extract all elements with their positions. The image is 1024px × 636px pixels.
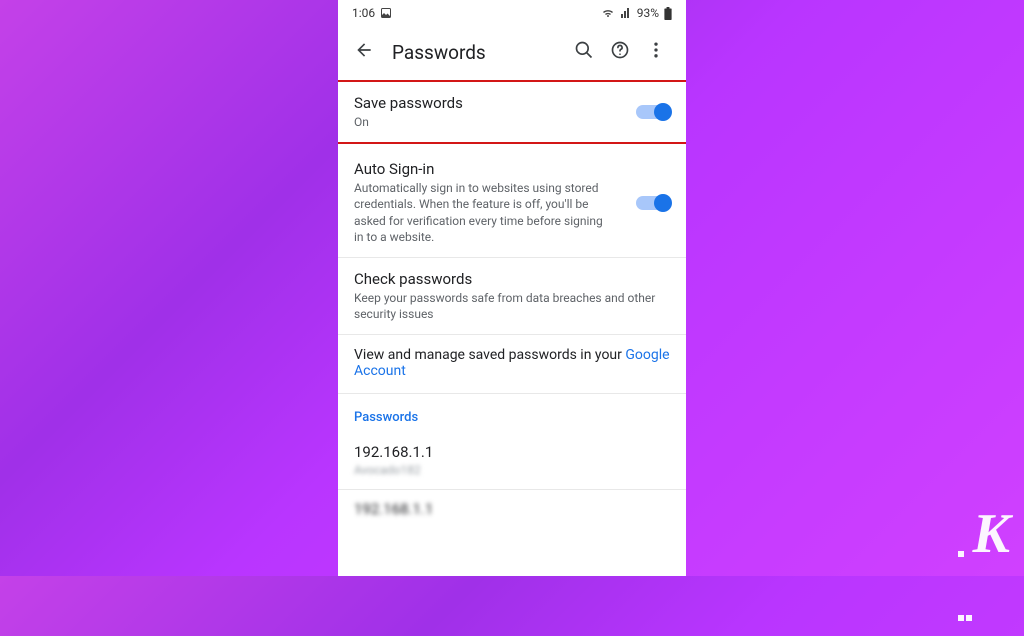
search-button[interactable] [566,34,602,70]
phone-frame: 1:06 93% Passwords Save passwords On [338,0,686,576]
search-icon [574,40,594,60]
page-title: Passwords [392,41,566,64]
help-icon [610,40,630,60]
save-passwords-row[interactable]: Save passwords On [338,82,686,142]
manage-text: View and manage saved passwords in your [354,347,625,363]
auto-signin-sub: Automatically sign in to websites using … [354,180,604,245]
password-entry[interactable]: 192.168.1.1 [338,490,686,532]
status-time: 1:06 [352,6,375,20]
help-button[interactable] [602,34,638,70]
watermark-dots [957,508,973,636]
status-battery: 93% [637,6,659,20]
watermark: K [973,502,1010,566]
image-icon [380,7,392,19]
watermark-letter: K [973,503,1010,565]
highlight-box: Save passwords On [338,80,686,144]
battery-icon [664,7,672,20]
auto-signin-row[interactable]: Auto Sign-in Automatically sign in to we… [338,144,686,258]
check-passwords-title: Check passwords [354,270,670,288]
save-passwords-toggle[interactable] [636,105,670,119]
back-button[interactable] [350,36,378,68]
password-site: 192.168.1.1 [354,443,670,461]
app-bar: Passwords [338,24,686,80]
password-site: 192.168.1.1 [354,500,670,518]
more-vert-icon [646,40,666,60]
overflow-button[interactable] [638,34,674,70]
password-entry[interactable]: 192.168.1.1 Avocado182 [338,433,686,490]
arrow-left-icon [354,40,374,60]
save-passwords-title: Save passwords [354,94,636,112]
status-bar: 1:06 93% [338,0,686,24]
password-user: Avocado182 [354,463,670,477]
auto-signin-toggle[interactable] [636,196,670,210]
signal-icon [620,7,632,19]
save-passwords-sub: On [354,114,636,130]
check-passwords-row[interactable]: Check passwords Keep your passwords safe… [338,258,686,335]
auto-signin-title: Auto Sign-in [354,160,636,178]
manage-row[interactable]: View and manage saved passwords in your … [338,335,686,394]
check-passwords-sub: Keep your passwords safe from data breac… [354,290,670,322]
wifi-icon [601,7,615,19]
passwords-section-header: Passwords [338,394,686,433]
